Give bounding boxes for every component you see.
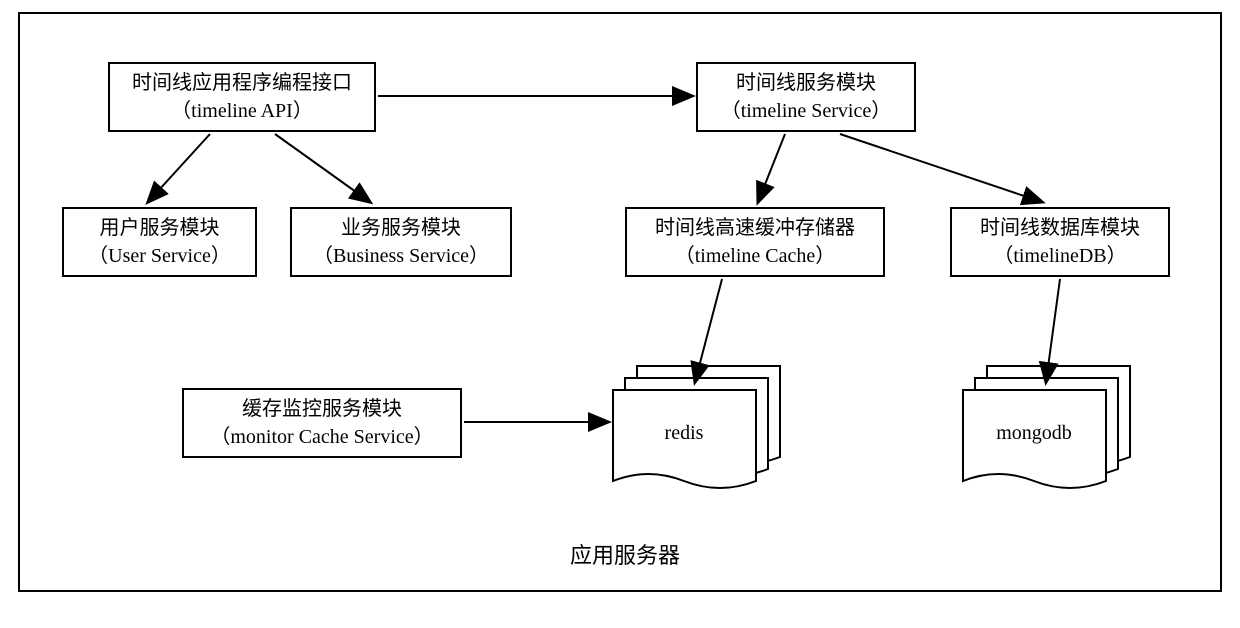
- arrow-cache-to-redis: [695, 279, 722, 382]
- arrow-api-to-user: [148, 134, 210, 202]
- arrows-overlay: [0, 0, 1240, 628]
- arrow-service-to-cache: [758, 134, 785, 202]
- arrow-service-to-db: [840, 134, 1042, 202]
- arrow-db-to-mongodb: [1046, 279, 1060, 382]
- arrow-api-to-business: [275, 134, 370, 202]
